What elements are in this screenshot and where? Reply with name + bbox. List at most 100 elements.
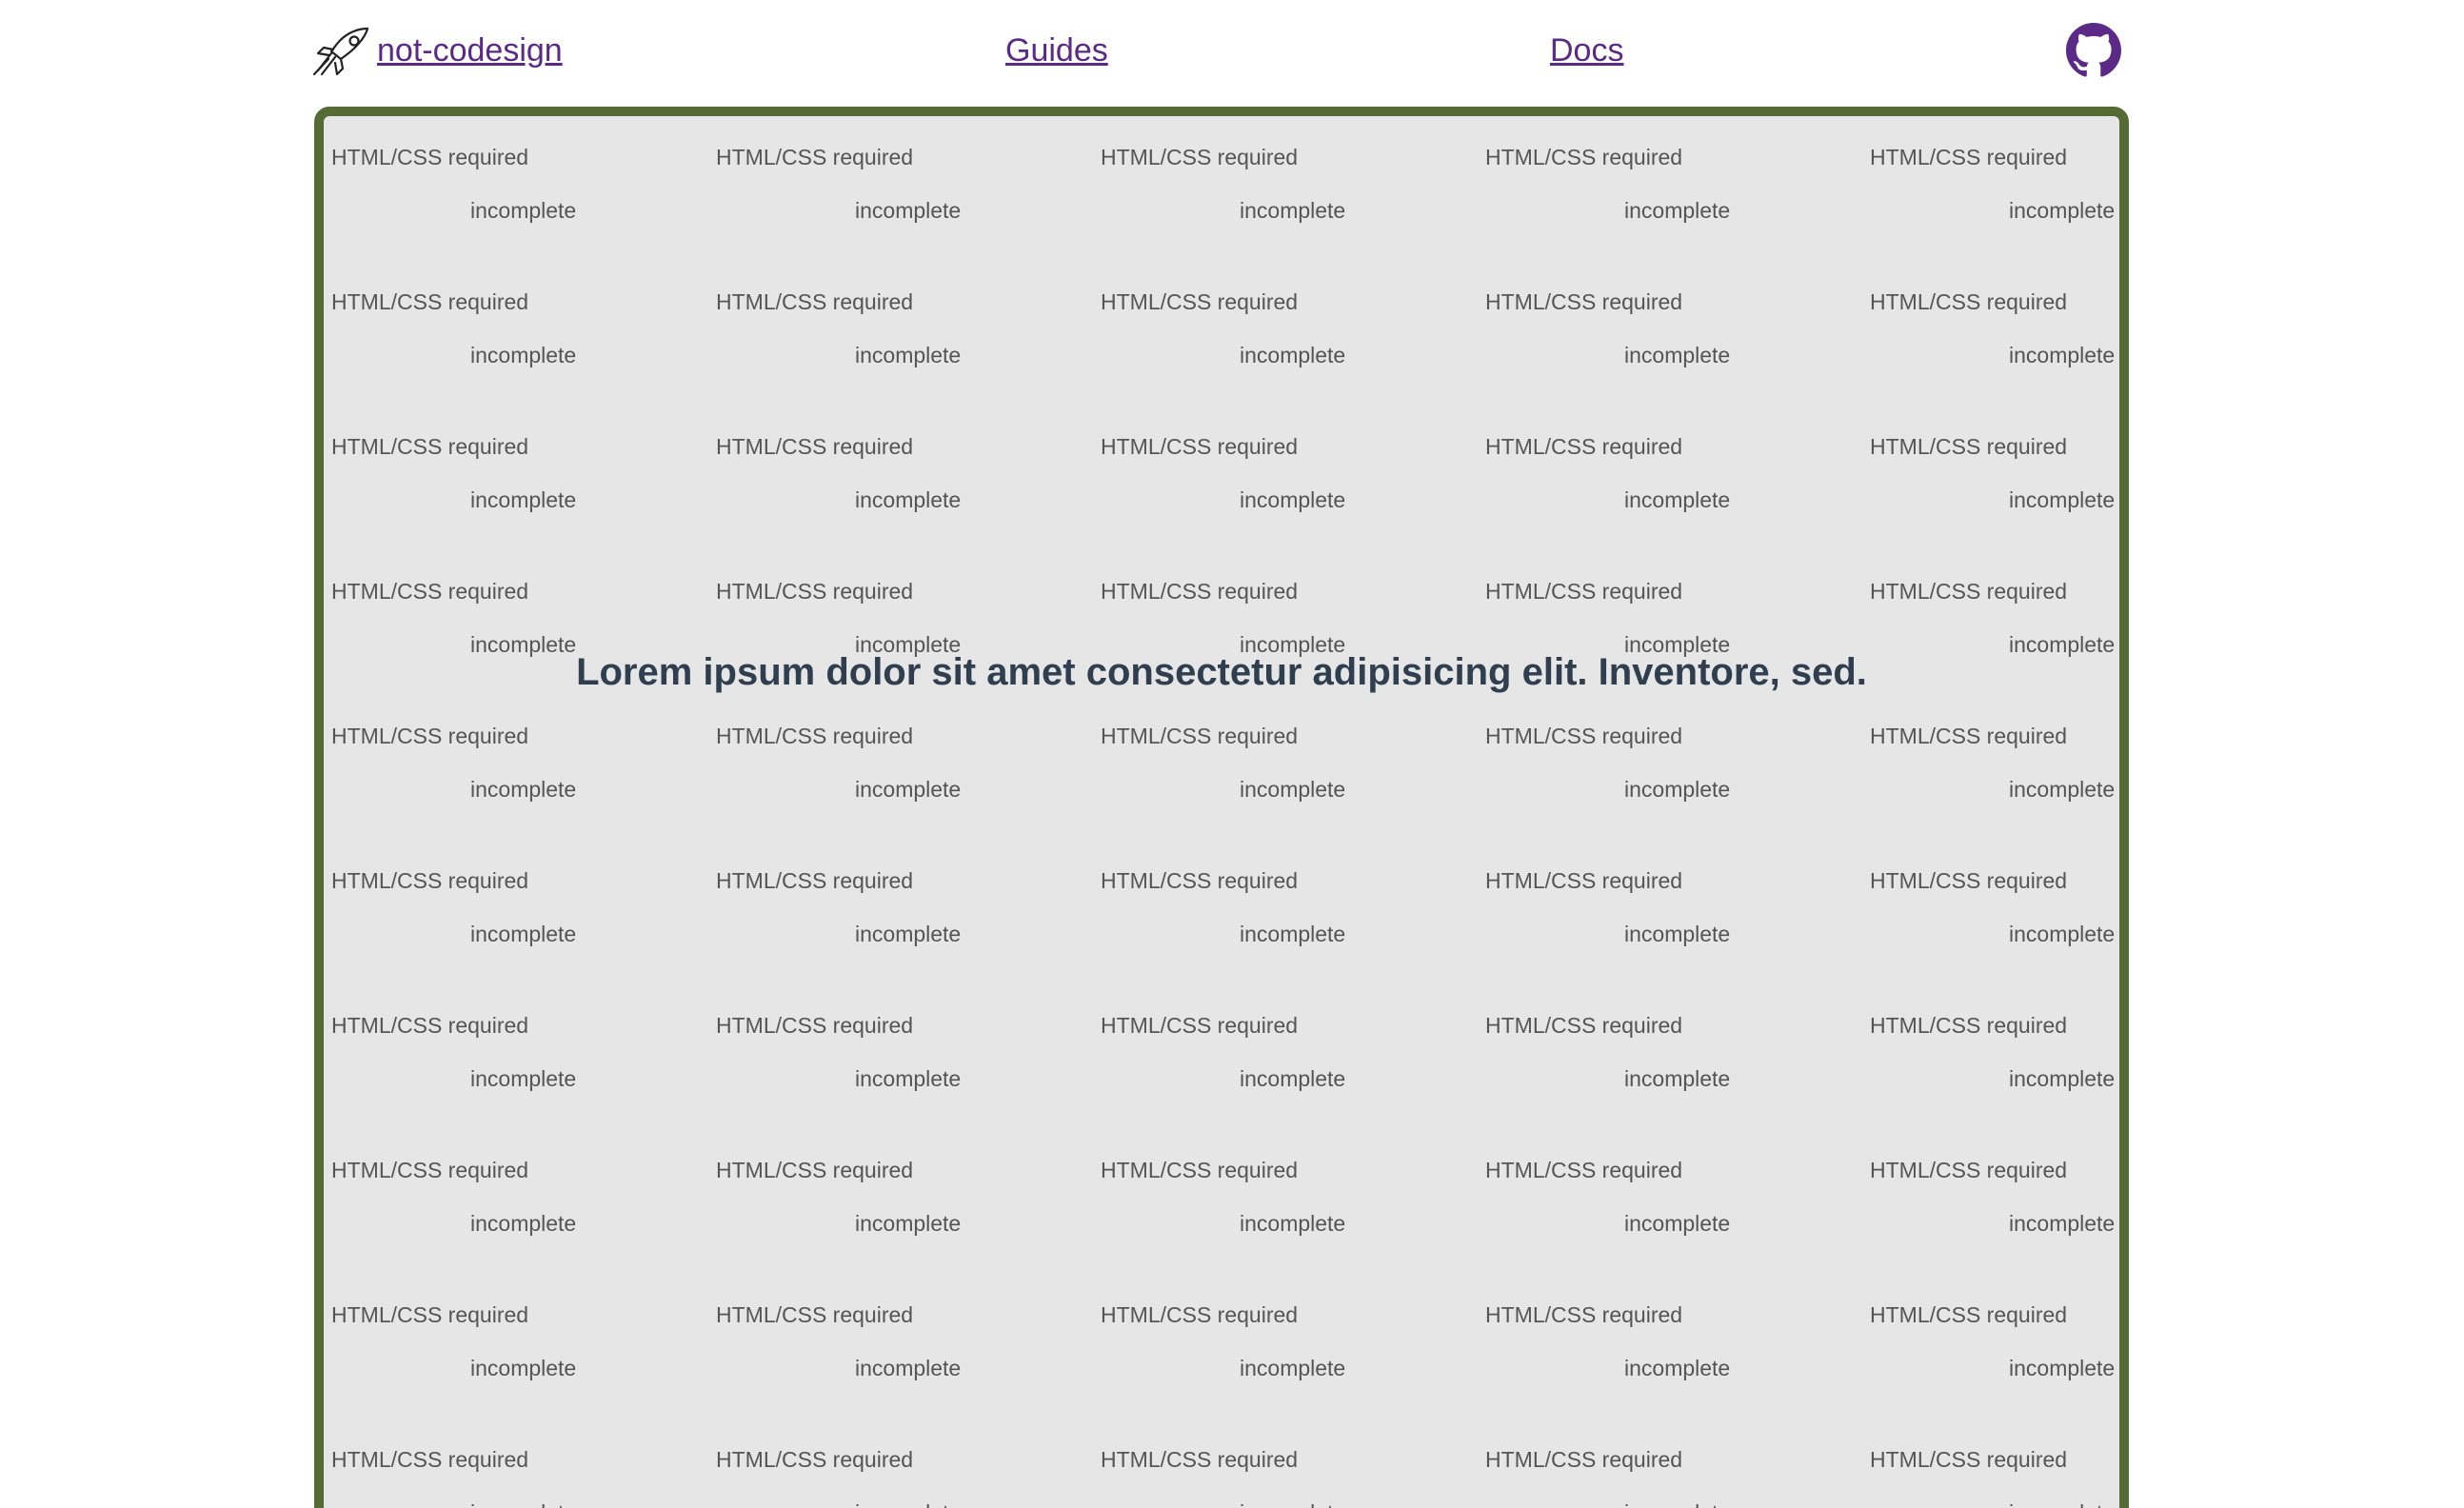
grid-cell: HTML/CSS required incomplete [324, 550, 708, 695]
grid-cell: HTML/CSS required incomplete [708, 695, 1093, 840]
status-label: incomplete [1240, 922, 1346, 946]
status-label: incomplete [470, 198, 577, 223]
status-label: incomplete [1624, 198, 1731, 223]
status-label: incomplete [1624, 632, 1731, 657]
requirement-label: HTML/CSS required [1101, 1158, 1299, 1182]
github-link[interactable] [2066, 23, 2121, 78]
status-label: incomplete [1240, 777, 1346, 802]
requirement-label: HTML/CSS required [1485, 289, 1683, 314]
status-label: incomplete [855, 1356, 962, 1380]
requirement-label: HTML/CSS required [1485, 434, 1683, 459]
grid-cell: HTML/CSS required incomplete [1862, 550, 2119, 695]
status-label: incomplete [470, 1356, 577, 1380]
grid-cell: HTML/CSS required incomplete [708, 984, 1093, 1129]
status-label: incomplete [470, 922, 577, 946]
grid-row: HTML/CSS required incomplete HTML/CSS requ… [324, 1274, 2119, 1419]
requirement-label: HTML/CSS required [1485, 1302, 1683, 1327]
status-label: incomplete [470, 1066, 577, 1091]
requirement-label: HTML/CSS required [331, 1158, 529, 1182]
status-label: incomplete [470, 632, 577, 657]
grid-cell: HTML/CSS required incomplete [1862, 1274, 2119, 1419]
grid-cell: HTML/CSS required incomplete [708, 116, 1093, 261]
grid-cell: HTML/CSS required incomplete [708, 1419, 1093, 1508]
grid-cell: HTML/CSS required incomplete [1478, 1274, 1862, 1419]
grid-row: HTML/CSS required incomplete HTML/CSS requ… [324, 1129, 2119, 1274]
status-label: incomplete [855, 198, 962, 223]
requirement-label: HTML/CSS required [1870, 868, 2068, 893]
requirement-label: HTML/CSS required [716, 1158, 914, 1182]
requirement-label: HTML/CSS required [1485, 1158, 1683, 1182]
requirement-label: HTML/CSS required [1101, 1013, 1299, 1038]
grid-cell: HTML/CSS required incomplete [1093, 1419, 1478, 1508]
requirement-label: HTML/CSS required [1870, 145, 2068, 169]
content-panel: HTML/CSS required incomplete HTML/CSS requ… [314, 107, 2129, 1508]
grid-row: HTML/CSS required incomplete HTML/CSS requ… [324, 550, 2119, 695]
nav-docs-link[interactable]: Docs [1550, 29, 1623, 72]
grid-cell: HTML/CSS required incomplete [1478, 550, 1862, 695]
grid-cell: HTML/CSS required incomplete [1093, 984, 1478, 1129]
grid-cell: HTML/CSS required incomplete [1862, 840, 2119, 984]
requirement-label: HTML/CSS required [1870, 289, 2068, 314]
status-label: incomplete [1624, 1066, 1731, 1091]
grid-cell: HTML/CSS required incomplete [1862, 261, 2119, 406]
status-label: incomplete [470, 487, 577, 512]
requirement-label: HTML/CSS required [331, 1013, 529, 1038]
requirement-label: HTML/CSS required [1101, 579, 1299, 604]
grid-cell: HTML/CSS required incomplete [1093, 1274, 1478, 1419]
grid-cell: HTML/CSS required incomplete [324, 1274, 708, 1419]
status-label: incomplete [1624, 777, 1731, 802]
status-label: incomplete [1240, 632, 1346, 657]
status-label: incomplete [1240, 1066, 1346, 1091]
grid-cell: HTML/CSS required incomplete [1478, 984, 1862, 1129]
status-label: incomplete [470, 343, 577, 367]
requirement-label: HTML/CSS required [331, 579, 529, 604]
requirement-label: HTML/CSS required [1101, 289, 1299, 314]
status-label: incomplete [1240, 487, 1346, 512]
requirement-label: HTML/CSS required [716, 1302, 914, 1327]
grid-row: HTML/CSS required incomplete HTML/CSS requ… [324, 984, 2119, 1129]
nav-guides-link[interactable]: Guides [1005, 29, 1108, 72]
grid-cell: HTML/CSS required incomplete [1478, 1129, 1862, 1274]
grid-row: HTML/CSS required incomplete HTML/CSS requ… [324, 406, 2119, 550]
requirement-label: HTML/CSS required [716, 579, 914, 604]
grid-cell: HTML/CSS required incomplete [1862, 116, 2119, 261]
grid-cell: HTML/CSS required incomplete [324, 1419, 708, 1508]
requirement-label: HTML/CSS required [331, 1302, 529, 1327]
requirement-label: HTML/CSS required [1101, 434, 1299, 459]
status-label: incomplete [470, 777, 577, 802]
grid-row: HTML/CSS requiredincompleteHTML/CSS requ… [324, 261, 2119, 406]
status-label: incomplete [2009, 777, 2116, 802]
status-label: incomplete [2009, 1356, 2116, 1380]
requirement-label: HTML/CSS required [1870, 1013, 2068, 1038]
grid-cell: HTML/CSS required incomplete [708, 406, 1093, 550]
rocket-icon [312, 25, 371, 76]
status-label: incomplete [855, 1500, 961, 1508]
grid-cell: HTML/CSS required incomplete [708, 840, 1093, 984]
status-label: incomplete [2009, 1211, 2116, 1236]
site-header: not-codesign Guides Docs [0, 0, 2464, 105]
status-label: incomplete [1624, 1500, 1730, 1508]
requirement-label: HTML/CSS required [331, 289, 529, 314]
status-label: incomplete [1624, 1356, 1731, 1380]
requirement-label: HTML/CSS required [1101, 724, 1299, 748]
grid-cell: HTML/CSS required incomplete [1862, 1129, 2119, 1274]
requirement-label: HTML/CSS required [331, 434, 529, 459]
requirement-label: HTML/CSS required [1870, 1447, 2068, 1472]
requirement-label: HTML/CSS required [331, 724, 529, 748]
grid-cell: HTML/CSS required incomplete [324, 116, 708, 261]
requirement-label: HTML/CSS required [716, 1013, 914, 1038]
requirement-label: HTML/CSS required [1870, 1158, 2068, 1182]
grid-cell: HTML/CSS required incomplete [1478, 406, 1862, 550]
requirement-label: HTML/CSS required [1485, 868, 1683, 893]
grid-cell: HTML/CSS required incomplete [708, 550, 1093, 695]
requirement-label: HTML/CSS required [1101, 868, 1299, 893]
status-label: incomplete [2009, 1500, 2115, 1508]
grid-cell: HTML/CSS required incomplete [324, 406, 708, 550]
status-label: incomplete [2009, 922, 2116, 946]
requirement-label: HTML/CSS required [716, 1447, 914, 1472]
grid-cell: HTML/CSS required incomplete [1093, 261, 1478, 406]
status-label: incomplete [1240, 1356, 1346, 1380]
grid-cell: HTML/CSS required incomplete [324, 840, 708, 984]
grid-cell: HTML/CSS required incomplete [1862, 695, 2119, 840]
brand-link[interactable]: not-codesign [312, 25, 563, 76]
